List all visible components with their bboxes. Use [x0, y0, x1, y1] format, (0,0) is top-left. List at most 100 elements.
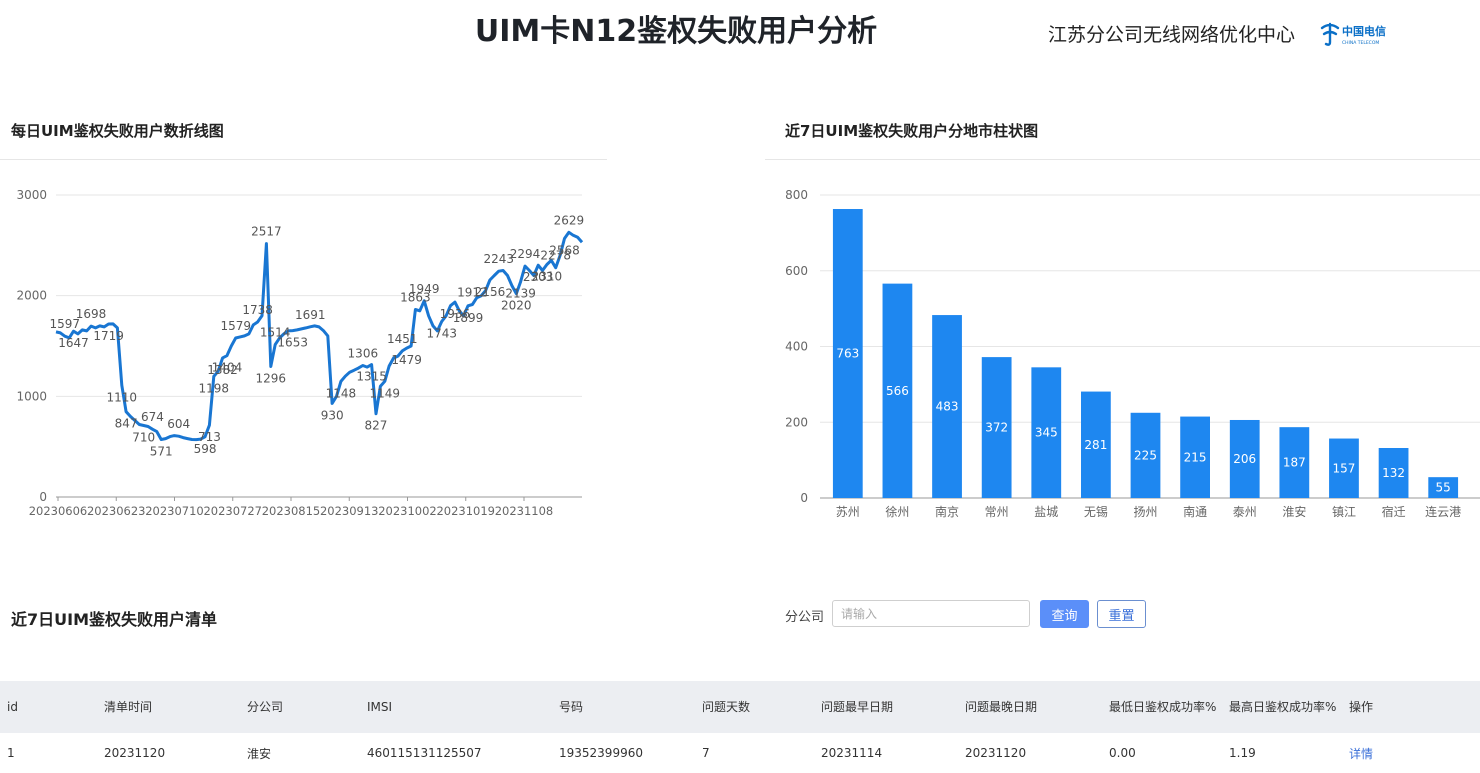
col-imsi[interactable]: IMSI: [366, 681, 558, 733]
line-data-label: 1719: [93, 329, 124, 343]
cell-earliest: 20231114: [821, 746, 883, 760]
bar-category-label: 南京: [935, 504, 959, 519]
line-data-label: 1899: [453, 311, 484, 325]
bar-category-label: 扬州: [1133, 504, 1157, 519]
line-data-label: 1148: [326, 386, 357, 400]
china-telecom-logo: 中国电信 CHINA TELECOM: [1318, 20, 1392, 52]
cell-list-time: 20231120: [104, 746, 166, 760]
bar-value-label: 187: [1283, 456, 1306, 470]
logo-subtext: CHINA TELECOM: [1342, 40, 1379, 46]
query-button[interactable]: 查询: [1040, 600, 1089, 628]
cell-max-rate: 1.19: [1229, 746, 1256, 760]
cell-latest: 20231120: [965, 746, 1027, 760]
bar-ytick-label: 800: [785, 188, 808, 202]
line-data-label: 1647: [58, 336, 89, 350]
line-ytick-label: 2000: [16, 289, 47, 303]
bar-ytick-label: 200: [785, 415, 808, 429]
line-data-label: 2310: [532, 269, 563, 283]
bar-value-label: 225: [1134, 448, 1157, 462]
bar-chart-title: 近7日UIM鉴权失败用户分地市柱状图: [785, 122, 1039, 140]
detail-link[interactable]: 详情: [1349, 747, 1373, 761]
line-ytick-label: 1000: [16, 389, 47, 403]
line-data-label: 2629: [554, 213, 585, 227]
bar-ytick-label: 600: [785, 264, 808, 278]
line-data-label: 1949: [409, 282, 440, 296]
col-list-time[interactable]: 清单时间: [103, 681, 246, 733]
reset-button[interactable]: 重置: [1097, 600, 1146, 628]
bar-value-label: 55: [1436, 481, 1451, 495]
line-data-label: 604: [167, 417, 190, 431]
bar-value-label: 215: [1184, 450, 1207, 464]
line-data-label: 1653: [277, 336, 308, 350]
col-min-rate[interactable]: 最低日鉴权成功率%: [1108, 681, 1228, 733]
bar-category-label: 盐城: [1034, 505, 1058, 519]
bar-value-label: 281: [1084, 438, 1107, 452]
table-row[interactable]: 1 20231120 淮安 460115131125507 1935239996…: [0, 733, 1480, 773]
bar-value-label: 132: [1382, 466, 1405, 480]
bar-category-label: 连云港: [1425, 504, 1461, 519]
bar-category-label: 宿迁: [1382, 504, 1406, 519]
col-earliest[interactable]: 问题最早日期: [820, 681, 964, 733]
bar-value-label: 483: [936, 400, 959, 414]
cell-imsi: 460115131125507: [367, 746, 482, 760]
bar-ytick-label: 0: [800, 491, 808, 505]
bar-value-label: 372: [985, 421, 1008, 435]
cell-min-rate: 0.00: [1109, 746, 1136, 760]
line-ytick-label: 0: [39, 490, 47, 504]
line-data-label: 1738: [242, 303, 273, 317]
col-latest[interactable]: 问题最晚日期: [964, 681, 1108, 733]
col-days[interactable]: 问题天数: [701, 681, 820, 733]
line-data-label: 2294: [510, 247, 541, 261]
logo-text: 中国电信: [1342, 24, 1386, 38]
bar-value-label: 566: [886, 384, 909, 398]
line-data-label: 674: [141, 410, 164, 424]
line-data-label: 2139: [505, 287, 536, 301]
line-xtick-label: 20230727: [203, 504, 262, 518]
line-data-label: 847: [115, 417, 138, 431]
line-data-label: 2156: [475, 285, 506, 299]
line-data-label: 1691: [295, 308, 326, 322]
bar-ytick-label: 400: [785, 340, 808, 354]
bar-category-label: 无锡: [1084, 504, 1108, 519]
line-data-label: 1306: [348, 347, 379, 361]
line-data-label: 930: [321, 408, 344, 422]
bar-category-label: 淮安: [1282, 504, 1306, 519]
col-max-rate[interactable]: 最高日鉴权成功率%: [1228, 681, 1348, 733]
bar-value-label: 206: [1233, 452, 1256, 466]
line-data-label: 1451: [387, 332, 418, 346]
line-xtick-label: 20230623: [87, 504, 146, 518]
bar-value-label: 763: [836, 347, 859, 361]
line-ytick-label: 3000: [16, 188, 47, 202]
bar-value-label: 345: [1035, 426, 1058, 440]
line-xtick-label: 20230710: [145, 504, 204, 518]
line-panel-divider: [0, 159, 607, 160]
branch-search-input[interactable]: [832, 600, 1030, 627]
line-data-label: 2517: [251, 225, 282, 239]
line-xtick-label: 20231108: [495, 504, 554, 518]
branch-filter-label: 分公司: [785, 610, 825, 625]
col-number[interactable]: 号码: [558, 681, 701, 733]
line-data-label: 1110: [106, 390, 137, 404]
bar-value-label: 157: [1333, 461, 1356, 475]
city-bar-chart: 0 200 400 600 800 763 苏州 566 徐州 483 南京 372 常州 345 盐城 28…: [785, 188, 1480, 519]
cell-number: 19352399960: [559, 746, 643, 760]
user-list-table: id 清单时间 分公司 IMSI 号码 问题天数 问题最早日期 问题最晚日期 最…: [0, 681, 1480, 773]
cell-days: 7: [702, 746, 710, 760]
line-data-label: 1149: [369, 386, 400, 400]
org-name: 江苏分公司无线网络优化中心: [1048, 24, 1296, 46]
line-chart-title: 每日UIM鉴权失败用户数折线图: [11, 122, 224, 140]
cell-branch: 淮安: [247, 746, 272, 761]
line-data-label: 571: [150, 445, 173, 459]
bar-category-label: 苏州: [836, 505, 860, 519]
col-action: 操作: [1349, 699, 1374, 714]
line-data-label: 710: [132, 431, 155, 445]
line-data-label: 1404: [212, 361, 243, 375]
line-data-label: 2020: [501, 299, 532, 313]
line-data-label: 2568: [549, 243, 580, 257]
table-header-row: id 清单时间 分公司 IMSI 号码 问题天数 问题最早日期 问题最晚日期 最…: [0, 681, 1480, 733]
daily-line-chart: 010002000300020230606 20230623 20230710 202…: [16, 188, 585, 518]
col-id[interactable]: id: [0, 681, 103, 733]
bar-category-label: 泰州: [1233, 505, 1257, 519]
telecom-logo-icon: [1320, 22, 1340, 46]
col-branch[interactable]: 分公司: [246, 681, 366, 733]
